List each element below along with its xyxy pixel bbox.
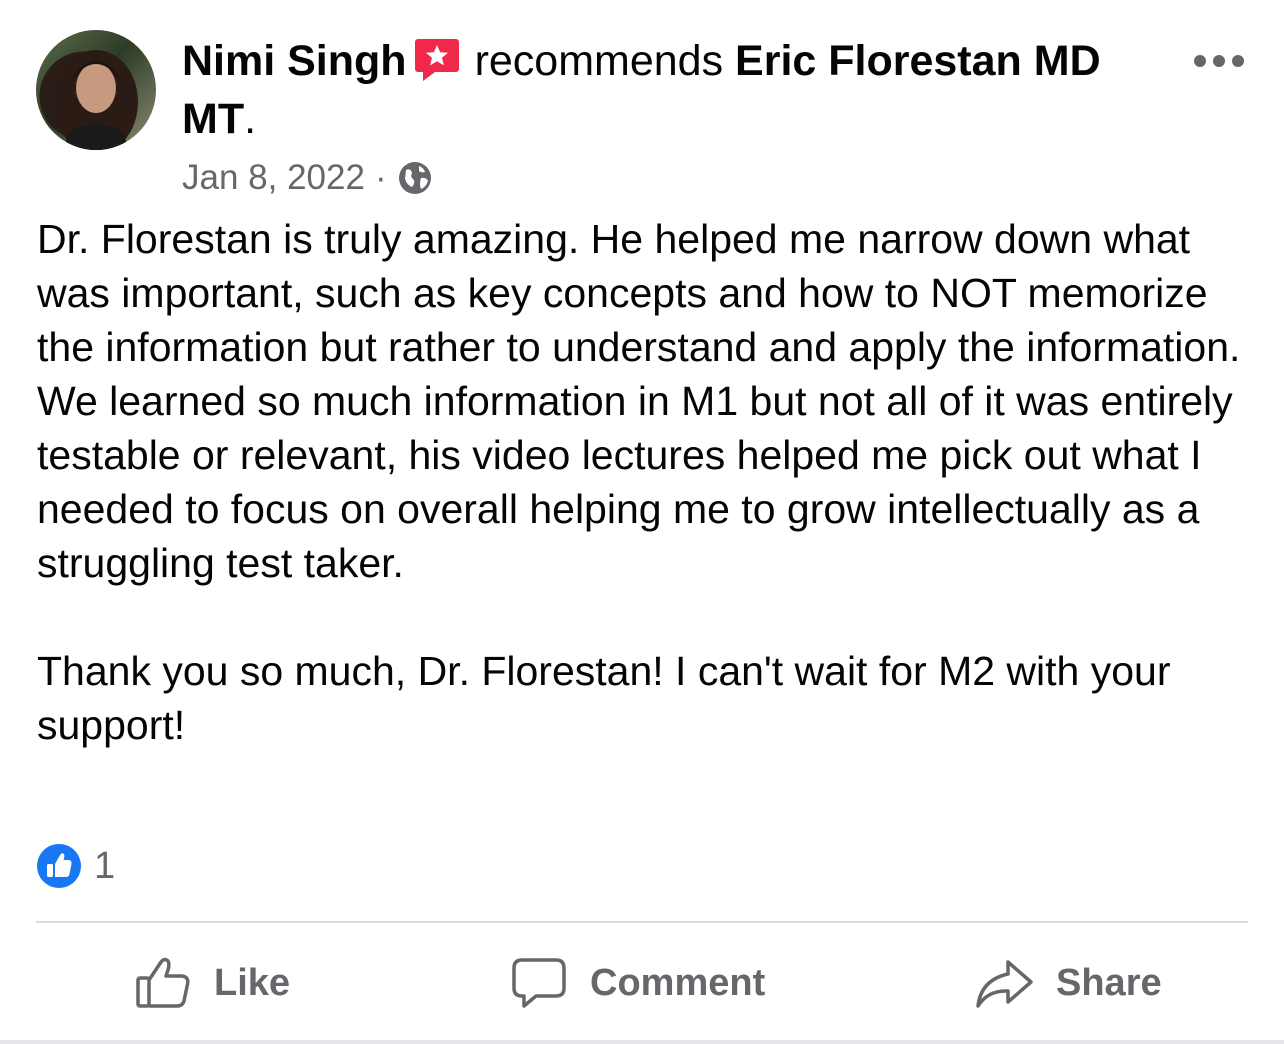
post-header: Nimi Singh recommends Eric Florestan MD M… xyxy=(182,32,1167,148)
author-avatar[interactable] xyxy=(36,30,156,150)
globe-icon xyxy=(398,162,431,194)
comment-bubble-icon xyxy=(512,958,566,1008)
header-period: . xyxy=(244,95,257,143)
bottom-separator xyxy=(0,1040,1284,1044)
like-button[interactable]: Like xyxy=(134,945,290,1021)
post-paragraph: Dr. Florestan is truly amazing. He helpe… xyxy=(37,216,1241,586)
thumbs-up-icon xyxy=(136,957,190,1008)
post-body: Dr. Florestan is truly amazing. He helpe… xyxy=(37,212,1247,752)
like-reaction-icon xyxy=(37,844,81,888)
post-date[interactable]: Jan 8, 2022 xyxy=(182,158,365,198)
share-arrow-icon xyxy=(976,960,1033,1008)
recommends-text: recommends xyxy=(474,37,724,85)
reactions-summary[interactable]: 1 xyxy=(36,843,115,889)
post-meta: Jan 8, 2022 · xyxy=(182,158,433,198)
recommendation-icon xyxy=(414,39,459,81)
reaction-count: 1 xyxy=(94,844,116,887)
post-actions-bar: Like Comment Share xyxy=(0,945,1284,1021)
comment-label: Comment xyxy=(590,961,766,1004)
actions-divider xyxy=(36,921,1248,923)
comment-button[interactable]: Comment xyxy=(510,945,765,1021)
share-button[interactable]: Share xyxy=(974,945,1162,1021)
meta-separator: · xyxy=(374,158,387,197)
post-paragraph: Thank you so much, Dr. Florestan! I can'… xyxy=(37,648,1171,748)
like-label: Like xyxy=(214,961,291,1004)
share-label: Share xyxy=(1056,961,1162,1004)
more-options-icon[interactable] xyxy=(1192,52,1246,70)
author-name[interactable]: Nimi Singh xyxy=(182,37,407,85)
